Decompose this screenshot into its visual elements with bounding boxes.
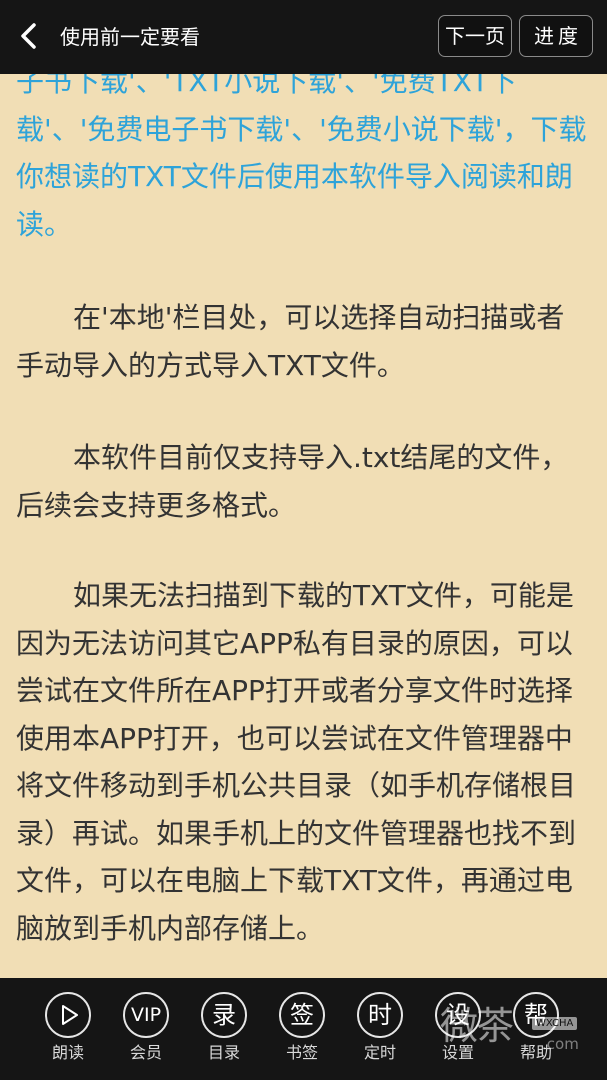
catalog-label: 目录 [207,1043,240,1062]
play-icon [45,992,91,1038]
read-aloud-button[interactable]: 朗读 [38,992,98,1063]
timer-icon: 时 [357,992,403,1038]
timer-button[interactable]: 时 定时 [350,992,410,1063]
back-arrow-icon[interactable] [14,20,46,52]
watermark-tag: WXCHA [532,1017,578,1030]
bookmark-button[interactable]: 签 书签 [272,992,332,1063]
next-page-button[interactable]: 下一页 [438,15,512,57]
vip-label: 会员 [129,1043,162,1062]
bookmark-label: 书签 [285,1043,318,1062]
catalog-icon: 录 [201,992,247,1038]
reading-area[interactable]: 子书下载'、'TXT小说下载'、'免费TXT下载'、'免费电子书下载'、'免费小… [0,74,607,978]
progress-button[interactable]: 进度 [519,15,593,57]
catalog-button[interactable]: 录 目录 [194,992,254,1063]
vip-button[interactable]: VIP 会员 [116,992,176,1063]
watermark-domain: .com [542,1035,579,1053]
vip-icon: VIP [123,992,169,1038]
timer-label: 定时 [363,1043,396,1062]
read-aloud-label: 朗读 [51,1043,84,1062]
bookmark-icon: 签 [279,992,325,1038]
watermark-text: 微茶 [440,1004,514,1048]
paragraph-troubleshooting: 如果无法扫描到下载的TXT文件，可能是因为无法访问其它APP私有目录的原因，可以… [16,579,577,945]
paragraph-format-support: 本软件目前仅支持导入.txt结尾的文件，后续会支持更多格式。 [16,441,569,522]
watermark-logo: 微茶 WXCHA .com [440,995,590,1065]
page-title: 使用前一定要看 [60,25,200,49]
top-bar: 使用前一定要看 下一页 进度 [0,0,607,74]
paragraph-download-tips: 子书下载'、'TXT小说下载'、'免费TXT下载'、'免费电子书下载'、'免费小… [16,74,587,241]
paragraph-local-import: 在'本地'栏目处，可以选择自动扫描或者手动导入的方式导入TXT文件。 [16,301,565,382]
